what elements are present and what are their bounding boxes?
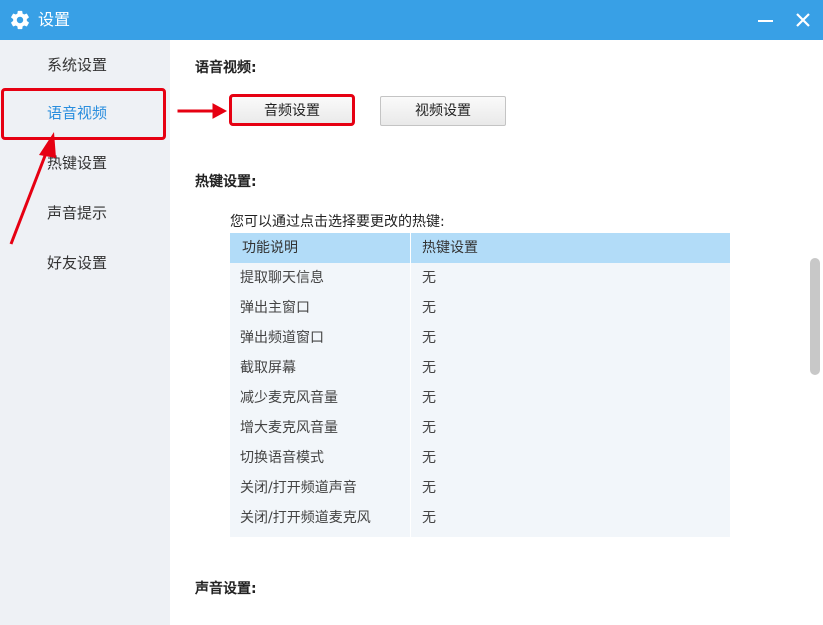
- video-settings-button[interactable]: 视频设置: [380, 96, 506, 126]
- sidebar-item-hotkey-settings[interactable]: 热键设置: [0, 138, 170, 188]
- table-row[interactable]: 切换语音模式 无: [230, 443, 730, 473]
- audio-settings-button[interactable]: 音频设置: [231, 96, 353, 126]
- sidebar: 系统设置 语音视频 热键设置 声音提示 好友设置: [0, 40, 170, 625]
- table-row[interactable]: 截取屏幕 无: [230, 353, 730, 383]
- hotkey-value[interactable]: 无: [422, 353, 436, 383]
- table-row[interactable]: 关闭/打开频道麦克风 无: [230, 503, 730, 533]
- sidebar-item-system-settings[interactable]: 系统设置: [0, 40, 170, 90]
- settings-content: 语音视频: 音频设置 视频设置 热键设置: 您可以通过点击选择要更改的热键: 功…: [170, 40, 807, 625]
- hotkey-value[interactable]: 无: [422, 383, 436, 413]
- sidebar-item-label: 热键设置: [47, 154, 108, 172]
- window-title: 设置: [38, 10, 71, 29]
- hotkey-function: 增大麦克风音量: [240, 420, 338, 436]
- hotkey-function: 关闭/打开频道声音: [240, 480, 357, 496]
- hotkey-hint: 您可以通过点击选择要更改的热键:: [230, 214, 445, 230]
- hotkey-value[interactable]: 无: [422, 443, 436, 473]
- hotkey-value[interactable]: 无: [422, 323, 436, 353]
- title-bar: 设置: [0, 0, 823, 40]
- hotkey-value[interactable]: 无: [422, 293, 436, 323]
- voice-video-section-title: 语音视频:: [195, 60, 257, 76]
- hotkey-function: 关闭/打开频道麦克风: [240, 510, 371, 526]
- table-row[interactable]: 关闭/打开频道声音 无: [230, 473, 730, 503]
- scrollbar-thumb[interactable]: [810, 258, 820, 375]
- sidebar-item-voice-video[interactable]: 语音视频: [0, 88, 170, 138]
- table-row[interactable]: 弹出频道窗口 无: [230, 323, 730, 353]
- table-header: 功能说明 热键设置: [230, 233, 730, 263]
- hotkey-table: 功能说明 热键设置 提取聊天信息 无 弹出主窗口 无 弹出频道窗口 无 截取屏幕…: [230, 233, 730, 537]
- column-header-hotkey: 热键设置: [422, 240, 478, 256]
- column-divider: [410, 233, 411, 263]
- hotkey-value[interactable]: 无: [422, 503, 436, 533]
- minimize-icon[interactable]: [756, 8, 776, 32]
- hotkey-function: 弹出主窗口: [240, 300, 310, 316]
- sidebar-item-friend-settings[interactable]: 好友设置: [0, 238, 170, 288]
- gear-icon: [11, 10, 29, 30]
- close-icon[interactable]: [792, 8, 814, 32]
- column-header-function: 功能说明: [242, 240, 298, 256]
- vertical-scrollbar[interactable]: [807, 40, 823, 625]
- sound-section-title: 声音设置:: [195, 581, 257, 597]
- hotkey-value[interactable]: 无: [422, 263, 436, 293]
- hotkey-function: 截取屏幕: [240, 360, 296, 376]
- hotkey-value[interactable]: 无: [422, 473, 436, 503]
- table-row[interactable]: 增大麦克风音量 无: [230, 413, 730, 443]
- sidebar-item-sound-tips[interactable]: 声音提示: [0, 188, 170, 238]
- hotkey-function: 提取聊天信息: [240, 270, 324, 286]
- hotkey-value[interactable]: 无: [422, 413, 436, 443]
- table-row[interactable]: 弹出主窗口 无: [230, 293, 730, 323]
- table-row[interactable]: 减少麦克风音量 无: [230, 383, 730, 413]
- hotkey-section-title: 热键设置:: [195, 174, 257, 190]
- hotkey-function: 切换语音模式: [240, 450, 324, 466]
- sidebar-item-label: 好友设置: [47, 254, 108, 272]
- hotkey-function: 减少麦克风音量: [240, 390, 338, 406]
- table-row[interactable]: 提取聊天信息 无: [230, 263, 730, 293]
- sidebar-item-label: 系统设置: [47, 56, 108, 74]
- sidebar-item-label: 声音提示: [47, 204, 108, 222]
- sidebar-item-label: 语音视频: [47, 104, 108, 122]
- hotkey-function: 弹出频道窗口: [240, 330, 324, 346]
